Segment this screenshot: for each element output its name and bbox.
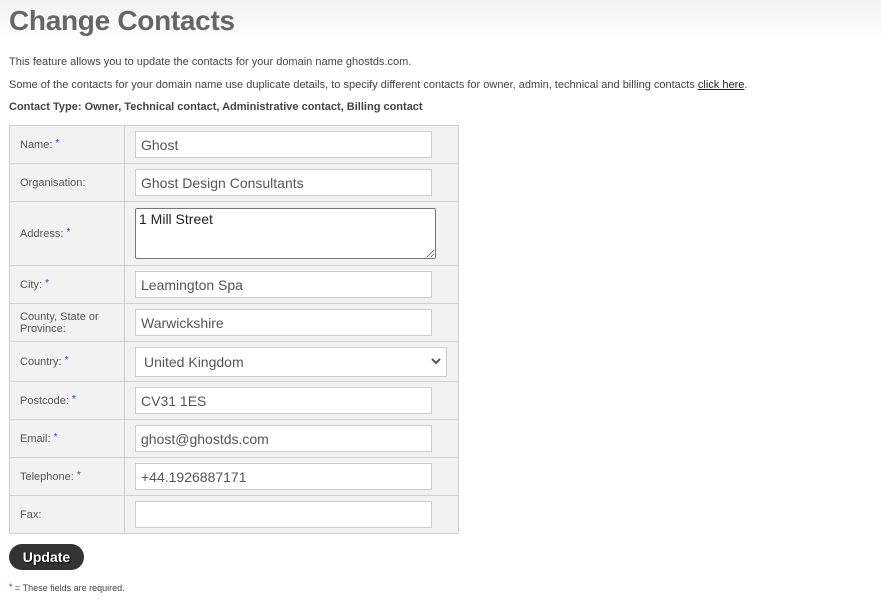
country-select-wrapper: United Kingdom — [135, 346, 447, 377]
postcode-input[interactable] — [135, 387, 432, 414]
city-input[interactable] — [135, 271, 432, 298]
city-label: City: * — [9, 265, 125, 304]
fax-label-text: Fax: — [20, 508, 42, 521]
form-row-organisation: Organisation: — [9, 163, 459, 202]
update-button[interactable]: Update — [9, 544, 84, 570]
duplicate-contacts-prefix: Some of the contacts for your domain nam… — [9, 79, 698, 91]
intro-text: This feature allows you to update the co… — [9, 56, 412, 68]
country-select[interactable]: United Kingdom — [135, 346, 447, 377]
form-row-city: City: * — [9, 265, 459, 304]
email-input[interactable] — [135, 425, 432, 452]
required-marker: * — [71, 394, 76, 405]
duplicate-contacts-text: Some of the contacts for your domain nam… — [9, 79, 747, 91]
telephone-label-text: Telephone: — [20, 471, 74, 483]
required-marker: * — [76, 470, 81, 481]
required-marker: * — [55, 138, 60, 149]
organisation-label-text: Organisation: — [20, 176, 86, 189]
form-row-telephone: Telephone: * — [9, 457, 459, 496]
name-label: Name: * — [9, 125, 125, 164]
name-input[interactable] — [135, 131, 432, 158]
page-title: Change Contacts — [9, 5, 235, 36]
duplicate-contacts-suffix: . — [744, 79, 748, 91]
contact-type-label: Contact Type: Owner, Technical contact, … — [9, 101, 423, 113]
organisation-input[interactable] — [135, 169, 432, 196]
fax-input[interactable] — [135, 501, 432, 528]
city-label-text: City: — [20, 279, 42, 291]
postcode-label: Postcode: * — [9, 381, 125, 420]
form-row-country: Country: * United Kingdom — [9, 341, 459, 382]
required-marker: * — [53, 432, 58, 443]
form-row-fax: Fax: — [9, 495, 459, 534]
change-contacts-page: Change Contacts This feature allows you … — [0, 0, 881, 601]
county-label-text: County, State or Province: — [20, 310, 99, 335]
address-textarea[interactable]: 1 Mill Street — [135, 208, 436, 259]
form-row-address: Address: * 1 Mill Street — [9, 201, 459, 266]
required-footnote-text: = These fields are required. — [12, 583, 125, 593]
required-marker: * — [64, 355, 69, 366]
required-footnote: * = These fields are required. — [9, 582, 125, 593]
postcode-label-text: Postcode: — [20, 395, 69, 407]
form-row-county: County, State or Province: — [9, 303, 459, 342]
required-marker: * — [45, 278, 49, 289]
country-label-text: Country: — [20, 356, 62, 368]
organisation-label: Organisation: — [9, 163, 125, 202]
telephone-label: Telephone: * — [9, 457, 125, 496]
required-marker: * — [66, 227, 71, 238]
email-label: Email: * — [9, 419, 125, 458]
form-row-postcode: Postcode: * — [9, 381, 459, 420]
form-row-email: Email: * — [9, 419, 459, 458]
name-label-text: Name: — [20, 139, 53, 151]
click-here-link[interactable]: click here — [698, 79, 744, 91]
address-label: Address: * — [9, 201, 125, 266]
address-label-text: Address: — [20, 228, 64, 240]
county-input[interactable] — [135, 309, 432, 336]
telephone-input[interactable] — [135, 463, 432, 490]
email-label-text: Email: — [20, 433, 51, 445]
county-label: County, State or Province: — [9, 303, 125, 342]
contact-form-table: Name: * Organisation: Address: * 1 Mill … — [9, 125, 459, 534]
country-label: Country: * — [9, 341, 125, 382]
form-row-name: Name: * — [9, 125, 459, 164]
fax-label: Fax: — [9, 495, 125, 534]
